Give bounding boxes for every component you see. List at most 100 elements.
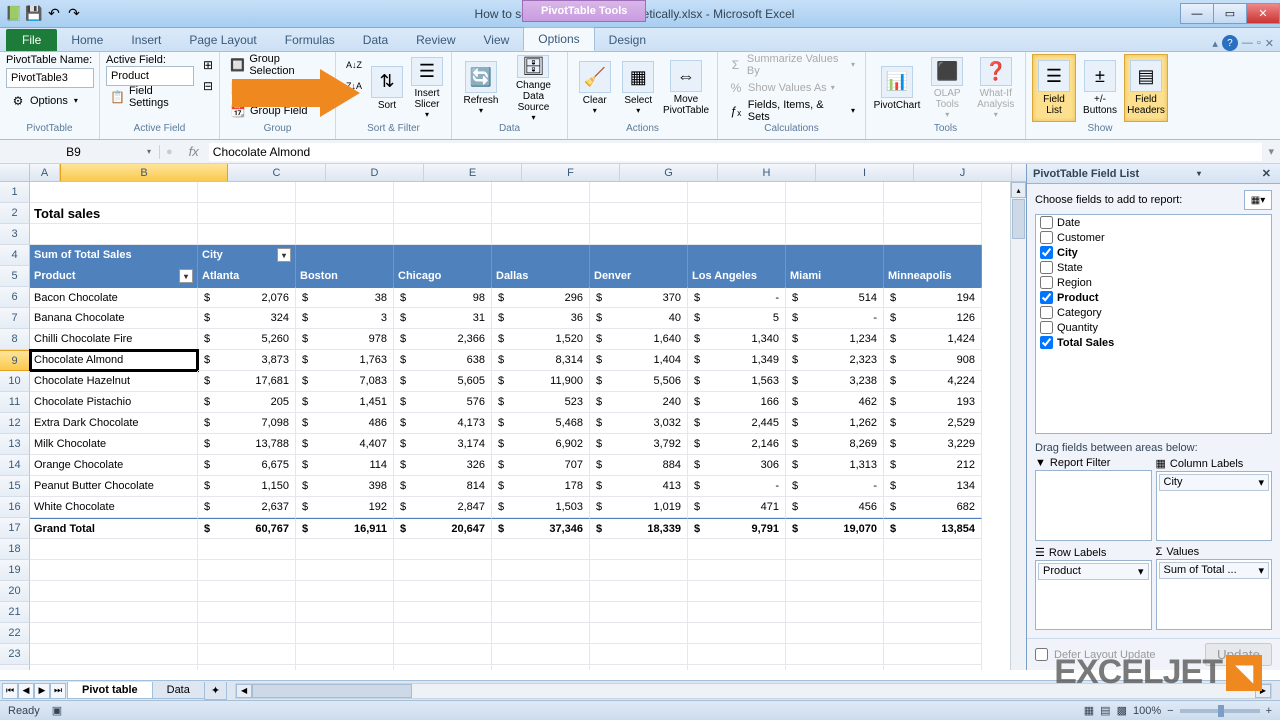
report-filter-area[interactable] xyxy=(1035,470,1152,541)
field-checkbox[interactable] xyxy=(1040,246,1053,259)
fx-icon[interactable]: fx xyxy=(179,144,209,159)
col-header-f[interactable]: F xyxy=(522,164,620,181)
field-customer[interactable]: Customer xyxy=(1036,230,1271,245)
name-box-input[interactable] xyxy=(4,145,143,159)
options-button[interactable]: ⚙Options▾ xyxy=(6,90,82,111)
sheet-tab-pivot[interactable]: Pivot table xyxy=(67,682,153,699)
expand-formula-icon[interactable]: ▾ xyxy=(1262,145,1280,158)
show-values-as-button[interactable]: %Show Values As▾ xyxy=(724,77,839,98)
zoom-slider[interactable] xyxy=(1180,709,1260,713)
ungroup-button[interactable]: 🔳Ungroup xyxy=(226,77,296,98)
name-box-dropdown-icon[interactable]: ▾ xyxy=(143,147,155,156)
maximize-button[interactable]: ▭ xyxy=(1213,3,1247,24)
redo-icon[interactable]: ↷ xyxy=(66,6,82,22)
minimize-button[interactable]: — xyxy=(1180,3,1214,24)
value-field-sum[interactable]: Sum of Total ...▾ xyxy=(1159,562,1270,579)
tab-formulas[interactable]: Formulas xyxy=(271,29,349,51)
group-selection-button[interactable]: 🔲Group Selection xyxy=(226,54,329,75)
col-header-h[interactable]: H xyxy=(718,164,816,181)
field-total-sales[interactable]: Total Sales xyxy=(1036,335,1271,350)
tab-page-layout[interactable]: Page Layout xyxy=(175,29,270,51)
window-close-icon[interactable]: ✕ xyxy=(1265,37,1274,50)
field-checkbox[interactable] xyxy=(1040,321,1053,334)
move-pivottable-button[interactable]: ⇔Move PivotTable xyxy=(661,54,711,122)
column-field-city[interactable]: City▾ xyxy=(1159,474,1270,491)
sort-button[interactable]: ⇅Sort xyxy=(368,54,406,122)
refresh-button[interactable]: 🔄Refresh▾ xyxy=(458,54,504,122)
field-checkbox[interactable] xyxy=(1040,336,1053,349)
field-headers-button[interactable]: ▤Field Headers xyxy=(1124,54,1168,122)
col-header-g[interactable]: G xyxy=(620,164,718,181)
change-data-source-button[interactable]: 🗄Change Data Source▾ xyxy=(506,54,561,122)
scroll-up-icon[interactable]: ▴ xyxy=(1011,182,1026,198)
field-list-close-icon[interactable]: ✕ xyxy=(1259,167,1274,180)
zoom-level[interactable]: 100% xyxy=(1133,705,1161,717)
field-quantity[interactable]: Quantity xyxy=(1036,320,1271,335)
field-settings-button[interactable]: 📋Field Settings xyxy=(106,86,194,107)
dropdown-icon[interactable]: ▾ xyxy=(1258,564,1264,577)
tab-options[interactable]: Options xyxy=(523,27,594,51)
field-region[interactable]: Region xyxy=(1036,275,1271,290)
help-icon[interactable]: ? xyxy=(1222,35,1238,51)
field-state[interactable]: State xyxy=(1036,260,1271,275)
scroll-thumb[interactable] xyxy=(1012,199,1025,239)
new-sheet-button[interactable]: ✦ xyxy=(204,682,227,700)
field-product[interactable]: Product xyxy=(1036,290,1271,305)
group-field-button[interactable]: 📆Group Field xyxy=(226,100,311,121)
col-header-a[interactable]: A xyxy=(30,164,60,181)
field-checkbox[interactable] xyxy=(1040,291,1053,304)
window-minimize-icon[interactable]: — xyxy=(1242,37,1253,49)
first-sheet-icon[interactable]: ⏮ xyxy=(2,683,18,699)
undo-icon[interactable]: ↶ xyxy=(46,6,62,22)
active-field-input[interactable] xyxy=(106,66,194,86)
field-date[interactable]: Date xyxy=(1036,215,1271,230)
tab-review[interactable]: Review xyxy=(402,29,469,51)
product-filter-icon[interactable]: ▾ xyxy=(179,269,193,283)
tab-insert[interactable]: Insert xyxy=(117,29,175,51)
field-list-layout-button[interactable]: ▦▾ xyxy=(1244,190,1272,210)
next-sheet-icon[interactable]: ▶ xyxy=(34,683,50,699)
sort-za-button[interactable]: Z↓A xyxy=(342,75,366,96)
col-header-d[interactable]: D xyxy=(326,164,424,181)
whatif-button[interactable]: ❓What-If Analysis▾ xyxy=(973,54,1020,122)
tab-design[interactable]: Design xyxy=(595,29,660,51)
city-filter-icon[interactable]: ▾ xyxy=(277,248,291,262)
insert-slicer-button[interactable]: ☰Insert Slicer▾ xyxy=(408,54,446,122)
select-button[interactable]: ▦Select▾ xyxy=(618,54,660,122)
field-city[interactable]: City xyxy=(1036,245,1271,260)
tab-data[interactable]: Data xyxy=(349,29,402,51)
hscroll-thumb[interactable] xyxy=(252,684,412,698)
row-field-product[interactable]: Product▾ xyxy=(1038,563,1149,580)
defer-layout-checkbox[interactable] xyxy=(1035,648,1048,661)
window-restore-icon[interactable]: ▫ xyxy=(1257,37,1261,49)
prev-sheet-icon[interactable]: ◀ xyxy=(18,683,34,699)
file-tab[interactable]: File xyxy=(6,29,57,51)
save-icon[interactable]: 💾 xyxy=(26,6,42,22)
pivottable-name-input[interactable] xyxy=(6,68,94,88)
field-category[interactable]: Category xyxy=(1036,305,1271,320)
field-list-dropdown-icon[interactable]: ▾ xyxy=(1193,169,1205,178)
cancel-icon[interactable]: ● xyxy=(160,146,179,158)
column-labels-area[interactable]: City▾ xyxy=(1156,471,1273,541)
collapse-field-button[interactable]: ⊟ xyxy=(196,75,220,96)
expand-buttons-button[interactable]: ±+/- Buttons xyxy=(1078,54,1122,122)
last-sheet-icon[interactable]: ⏭ xyxy=(50,683,66,699)
zoom-in-icon[interactable]: + xyxy=(1266,705,1272,717)
summarize-values-button[interactable]: ΣSummarize Values By▾ xyxy=(724,54,859,75)
worksheet[interactable]: A B C D E F G H I J 12Total sales34Sum o… xyxy=(0,164,1026,670)
olap-tools-button[interactable]: ⬛OLAP Tools▾ xyxy=(924,54,971,122)
formula-input[interactable] xyxy=(209,143,1263,161)
col-header-b[interactable]: B xyxy=(60,164,228,181)
zoom-out-icon[interactable]: − xyxy=(1167,705,1173,717)
scroll-left-icon[interactable]: ◀ xyxy=(236,684,252,698)
close-button[interactable]: ✕ xyxy=(1246,3,1280,24)
macro-record-icon[interactable]: ▣ xyxy=(52,704,62,717)
expand-field-button[interactable]: ⊞ xyxy=(196,54,220,75)
row-labels-area[interactable]: Product▾ xyxy=(1035,560,1152,630)
minimize-ribbon-icon[interactable]: ▴ xyxy=(1212,37,1218,50)
view-normal-icon[interactable]: ▦ xyxy=(1084,704,1094,717)
col-header-e[interactable]: E xyxy=(424,164,522,181)
sort-az-button[interactable]: A↓Z xyxy=(342,54,366,75)
vertical-scrollbar[interactable]: ▴ xyxy=(1010,182,1026,670)
values-area[interactable]: Sum of Total ...▾ xyxy=(1156,559,1273,630)
